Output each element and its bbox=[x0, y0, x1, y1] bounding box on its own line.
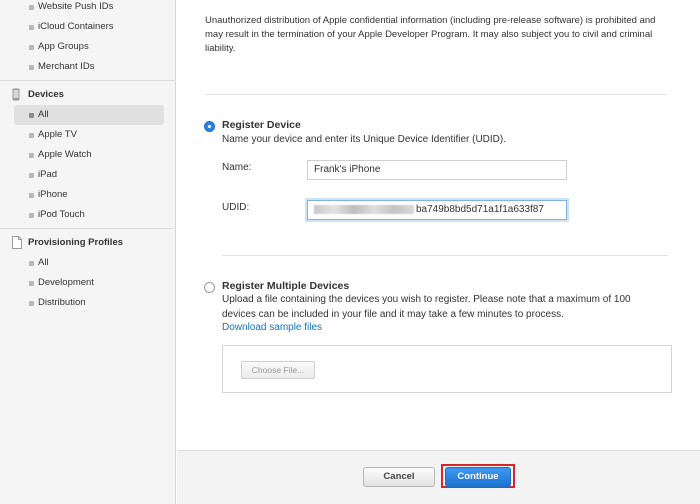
udid-value: ba749b8bd5d71a1f1a633f87 bbox=[416, 204, 544, 215]
bullet-icon bbox=[29, 193, 34, 198]
sidebar-item-label: Apple TV bbox=[38, 129, 77, 140]
legal-notice: Unauthorized distribution of Apple confi… bbox=[205, 15, 656, 54]
sidebar-divider bbox=[0, 80, 176, 81]
sidebar-item-icloud-containers[interactable]: iCloud Containers bbox=[14, 17, 164, 37]
sidebar-item-ipad[interactable]: iPad bbox=[14, 165, 164, 185]
udid-input[interactable]: ba749b8bd5d71a1f1a633f87 bbox=[307, 200, 567, 220]
bullet-icon bbox=[29, 5, 34, 10]
cancel-button[interactable]: Cancel bbox=[363, 467, 435, 487]
sidebar-item-label: Development bbox=[38, 277, 94, 288]
section-divider bbox=[222, 255, 668, 256]
sidebar-item-label: iPad bbox=[38, 169, 58, 180]
bullet-icon bbox=[29, 301, 34, 306]
sidebar-divider bbox=[0, 228, 176, 229]
sidebar-item-label: All bbox=[38, 257, 49, 268]
sidebar-item-profiles-all[interactable]: All bbox=[14, 253, 164, 273]
udid-label: UDID: bbox=[222, 202, 250, 213]
bullet-icon bbox=[29, 261, 34, 266]
sidebar-item-distribution[interactable]: Distribution bbox=[14, 293, 164, 313]
sidebar-item-label: Website Push IDs bbox=[38, 1, 114, 12]
device-name-value: Frank's iPhone bbox=[314, 164, 381, 175]
bullet-icon bbox=[29, 65, 34, 70]
bullet-icon bbox=[29, 45, 34, 50]
main-content: Unauthorized distribution of Apple confi… bbox=[177, 0, 700, 504]
sidebar-item-merchant-ids[interactable]: Merchant IDs bbox=[14, 57, 164, 77]
sidebar-heading-label: Devices bbox=[28, 89, 64, 100]
download-sample-files-link[interactable]: Download sample files bbox=[222, 322, 322, 333]
sidebar-heading-devices: Devices bbox=[12, 85, 172, 105]
sidebar-heading-label: Provisioning Profiles bbox=[28, 237, 124, 248]
sidebar-item-label: Distribution bbox=[38, 297, 86, 308]
sidebar-item-label: iPod Touch bbox=[38, 209, 85, 220]
sidebar-item-label: iPhone bbox=[38, 189, 68, 200]
sidebar: Website Push IDs iCloud Containers App G… bbox=[0, 0, 176, 504]
register-multiple-title: Register Multiple Devices bbox=[222, 280, 350, 292]
sidebar-item-iphone[interactable]: iPhone bbox=[14, 185, 164, 205]
sidebar-item-ipod-touch[interactable]: iPod Touch bbox=[14, 205, 164, 225]
sidebar-item-label: iCloud Containers bbox=[38, 21, 114, 32]
register-device-radio[interactable] bbox=[204, 121, 215, 132]
redacted-udid-prefix bbox=[314, 204, 414, 214]
sidebar-item-label: Apple Watch bbox=[38, 149, 92, 160]
footer-bar: Cancel Continue bbox=[177, 450, 700, 504]
register-multiple-radio[interactable] bbox=[204, 282, 215, 293]
sidebar-item-apple-tv[interactable]: Apple TV bbox=[14, 125, 164, 145]
bullet-icon bbox=[29, 113, 34, 118]
sidebar-item-label: Merchant IDs bbox=[38, 61, 95, 72]
continue-button[interactable]: Continue bbox=[445, 467, 511, 487]
register-device-description: Name your device and enter its Unique De… bbox=[222, 134, 507, 145]
bullet-icon bbox=[29, 173, 34, 178]
bullet-icon bbox=[29, 25, 34, 30]
bullet-icon bbox=[29, 153, 34, 158]
sidebar-item-app-groups[interactable]: App Groups bbox=[14, 37, 164, 57]
register-multiple-description: Upload a file containing the devices you… bbox=[222, 294, 631, 320]
sidebar-item-devices-all[interactable]: All bbox=[14, 105, 164, 125]
continue-highlight: Continue bbox=[441, 464, 515, 488]
sidebar-item-website-push-ids[interactable]: Website Push IDs bbox=[14, 0, 164, 17]
sidebar-item-label: All bbox=[38, 109, 49, 120]
choose-file-button[interactable]: Choose File... bbox=[241, 361, 315, 379]
sidebar-item-label: App Groups bbox=[38, 41, 89, 52]
sidebar-item-apple-watch[interactable]: Apple Watch bbox=[14, 145, 164, 165]
bullet-icon bbox=[29, 133, 34, 138]
name-label: Name: bbox=[222, 162, 252, 173]
device-name-input[interactable]: Frank's iPhone bbox=[307, 160, 567, 180]
section-divider bbox=[205, 94, 667, 95]
bullet-icon bbox=[29, 281, 34, 286]
file-upload-area: Choose File... bbox=[222, 345, 672, 393]
sidebar-heading-provisioning-profiles: Provisioning Profiles bbox=[12, 233, 172, 253]
bullet-icon bbox=[29, 213, 34, 218]
sidebar-item-development[interactable]: Development bbox=[14, 273, 164, 293]
register-device-title: Register Device bbox=[222, 119, 301, 131]
